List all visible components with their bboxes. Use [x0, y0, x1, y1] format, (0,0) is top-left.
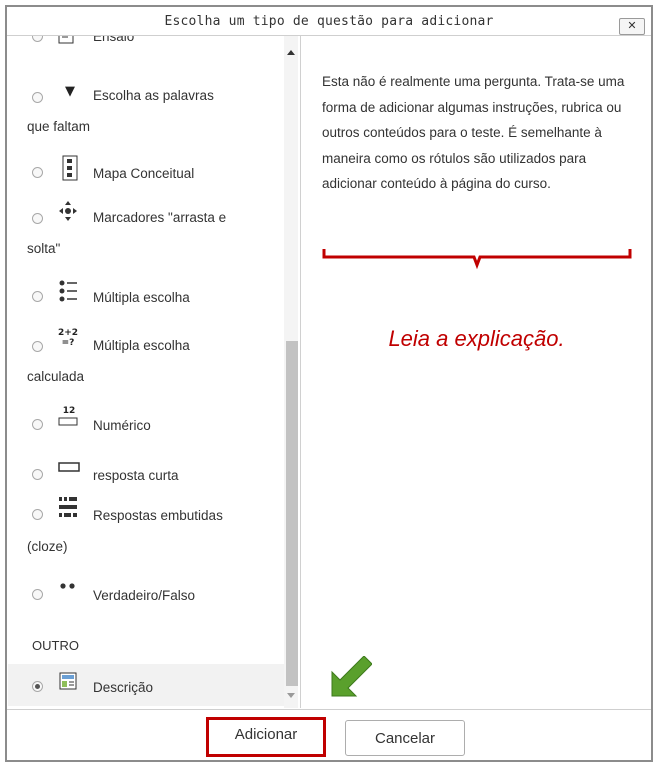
icon-text: 12 [62, 406, 76, 416]
dropdown-arrow-icon: ▼ [65, 84, 75, 99]
dialog-footer: Adicionar Cancelar [7, 709, 651, 762]
green-arrow-icon [331, 656, 372, 697]
option-label-continued: solta" [27, 241, 61, 256]
option-label: resposta curta [93, 468, 179, 483]
short-answer-icon [58, 460, 80, 482]
radio-cloze[interactable] [32, 509, 43, 520]
icon-text-top: 2+2 [57, 328, 79, 338]
numeric-icon: 12 [58, 406, 80, 428]
annotation-note: Leia a explicação. [388, 326, 565, 351]
option-label: Respostas embutidas [93, 508, 223, 523]
radio-gapselect[interactable] [32, 92, 43, 103]
option-label: Múltipla escolha [93, 290, 190, 305]
option-multiple-choice[interactable]: Múltipla escolha [8, 278, 284, 314]
cancel-button[interactable]: Cancelar [345, 720, 465, 756]
option-description[interactable]: Descrição [8, 664, 284, 706]
add-button[interactable]: Adicionar [206, 717, 326, 757]
option-label: Descrição [93, 680, 154, 695]
option-true-false[interactable]: Verdadeiro/Falso [8, 576, 284, 612]
option-concept-map[interactable]: Mapa Conceitual [8, 154, 284, 190]
close-button[interactable]: ✕ [619, 18, 645, 35]
option-drag-drop-markers[interactable]: Marcadores "arrasta e solta" [8, 200, 284, 264]
dialog-titlebar: Escolha um tipo de questão para adiciona… [7, 7, 651, 36]
radio-concept-map[interactable] [32, 167, 43, 178]
option-label: Ensaio [93, 36, 135, 44]
cloze-icon [58, 496, 78, 518]
curly-brace-annotation [322, 249, 632, 270]
option-label-continued: calculada [27, 369, 85, 384]
radio-short-answer[interactable] [32, 469, 43, 480]
question-type-list[interactable]: Ensaio ▼ Escolha as palavras que faltam … [8, 36, 301, 708]
multiple-choice-icon [58, 280, 78, 302]
option-numeric[interactable]: 12 Numérico [8, 406, 284, 442]
section-heading-other: OUTRO [32, 638, 79, 653]
radio-essay[interactable] [32, 36, 43, 42]
radio-multiple-choice[interactable] [32, 291, 43, 302]
option-label: Mapa Conceitual [93, 166, 195, 181]
option-short-answer[interactable]: resposta curta [8, 456, 284, 492]
option-label: Múltipla escolha [93, 338, 190, 353]
radio-true-false[interactable] [32, 589, 43, 600]
radio-numeric[interactable] [32, 419, 43, 430]
radio-calculated-multichoice[interactable] [32, 341, 43, 352]
true-false-icon [58, 580, 78, 602]
option-label: Numérico [93, 418, 151, 433]
essay-icon [56, 36, 76, 48]
option-gapselect[interactable]: ▼ Escolha as palavras que faltam [8, 78, 284, 138]
option-label-continued: que faltam [27, 119, 91, 134]
question-type-description: Esta não é realmente uma pergunta. Trata… [322, 74, 625, 191]
description-pane: Esta não é realmente uma pergunta. Trata… [302, 36, 651, 708]
option-essay[interactable]: Ensaio [8, 36, 284, 58]
list-scrollbar[interactable] [284, 36, 298, 708]
icon-text-bottom: =? [61, 338, 75, 348]
option-label-continued: (cloze) [27, 539, 68, 554]
scroll-up-arrow-icon[interactable] [287, 50, 295, 55]
concept-map-icon [60, 155, 80, 181]
option-cloze[interactable]: Respostas embutidas (cloze) [8, 496, 284, 560]
radio-drag-drop[interactable] [32, 213, 43, 224]
option-label: Escolha as palavras [93, 88, 214, 103]
option-calculated-multichoice[interactable]: 2+2 =? Múltipla escolha calculada [8, 328, 284, 392]
scroll-down-arrow-icon[interactable] [287, 693, 295, 698]
option-label: Marcadores "arrasta e [93, 210, 227, 225]
radio-description[interactable] [32, 681, 43, 692]
calculated-multichoice-icon: 2+2 =? [56, 328, 80, 350]
option-label: Verdadeiro/Falso [93, 588, 196, 603]
question-type-dialog: Escolha um tipo de questão para adiciona… [5, 5, 653, 762]
scrollbar-thumb[interactable] [286, 341, 298, 686]
description-icon [58, 672, 78, 694]
dialog-title: Escolha um tipo de questão para adiciona… [164, 14, 494, 29]
drag-drop-icon [58, 200, 78, 222]
